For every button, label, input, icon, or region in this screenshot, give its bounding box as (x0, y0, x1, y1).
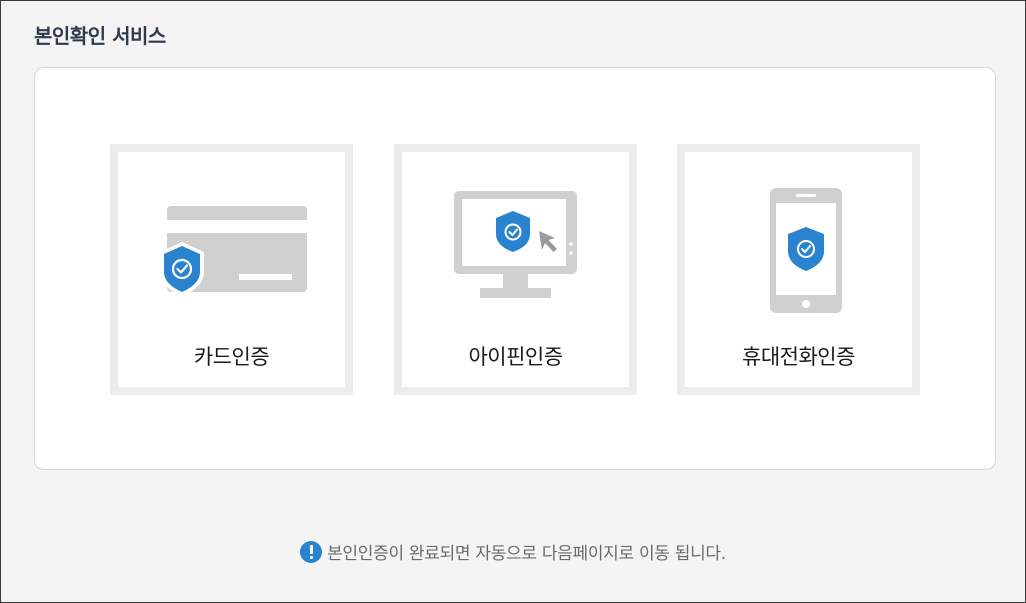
ipin-auth-button[interactable]: 아이핀인증 (394, 144, 637, 395)
card-shield-icon (118, 152, 345, 322)
identity-verification-window: 본인확인 서비스 카드인증 아이핀인증 휴대전화인증 본인인증이 완료되면 자동… (0, 0, 1026, 603)
notice-text: 본인인증이 완료되면 자동으로 다음페이지로 이동 됩니다. (327, 544, 726, 564)
phone-shield-icon (685, 152, 912, 322)
card-auth-button[interactable]: 카드인증 (110, 144, 353, 395)
service-panel: 카드인증 아이핀인증 휴대전화인증 (34, 67, 996, 470)
card-auth-label: 카드인증 (193, 345, 270, 369)
phone-auth-label: 휴대전화인증 (742, 345, 855, 369)
notice-message: 본인인증이 완료되면 자동으로 다음페이지로 이동 됩니다. (1, 539, 1025, 564)
phone-auth-button[interactable]: 휴대전화인증 (677, 144, 920, 395)
exclamation-icon (300, 541, 323, 563)
page-title: 본인확인 서비스 (34, 24, 166, 48)
ipin-auth-label: 아이핀인증 (468, 345, 563, 369)
monitor-shield-icon (402, 152, 629, 322)
